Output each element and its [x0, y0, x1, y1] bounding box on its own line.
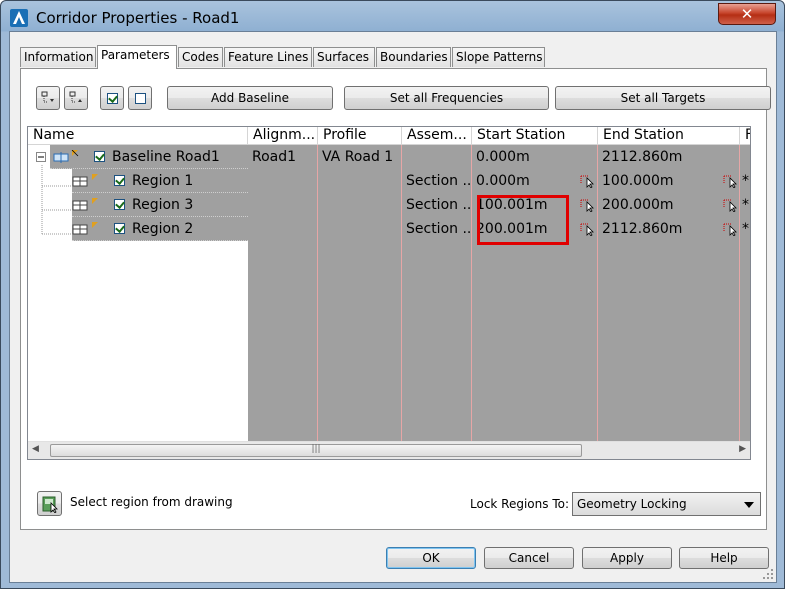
- baseline-profile[interactable]: VA Road 1: [318, 145, 402, 169]
- chevron-down-icon: [744, 502, 754, 508]
- collapse-all-button[interactable]: [64, 86, 88, 110]
- region-end-station[interactable]: 100.000m: [598, 169, 724, 193]
- close-button[interactable]: ✕: [718, 3, 776, 25]
- dialog-window: Corridor Properties - Road1 ✕ Informatio…: [0, 0, 785, 589]
- baseline-checkbox[interactable]: [94, 151, 105, 162]
- table-row[interactable]: Region 3 Section ... 100.001m 200.000m *: [28, 193, 750, 217]
- unchecked-box-icon: [135, 93, 146, 104]
- resize-grip-icon[interactable]: [762, 568, 774, 580]
- region-checkbox[interactable]: [114, 175, 125, 186]
- scrollbar-grip-icon: |||: [311, 444, 321, 454]
- region-assembly[interactable]: Section ...: [402, 217, 472, 241]
- tab-information[interactable]: Information: [20, 47, 96, 67]
- collapse-tree-icon: [69, 91, 82, 103]
- table-row[interactable]: Region 1 Section ... 0.000m 100.000m *: [28, 169, 750, 193]
- window-title: Corridor Properties - Road1: [36, 9, 240, 27]
- pick-station-icon[interactable]: [723, 174, 739, 188]
- baseline-region-grid[interactable]: Name Alignm... Profile Assem... Start St…: [27, 126, 751, 460]
- set-all-targets-button[interactable]: Set all Targets: [555, 86, 771, 110]
- title-bar[interactable]: Corridor Properties - Road1 ✕: [1, 1, 784, 35]
- close-icon: ✕: [740, 5, 754, 23]
- select-region-icon: [42, 496, 58, 513]
- expand-all-button[interactable]: [36, 86, 60, 110]
- baseline-end-station[interactable]: 2112.860m: [598, 145, 740, 169]
- baseline-alignment[interactable]: Road1: [248, 145, 318, 169]
- expand-tree-icon: [41, 91, 54, 103]
- region-assembly[interactable]: Section ...: [402, 193, 472, 217]
- cancel-button[interactable]: Cancel: [484, 547, 574, 569]
- baseline-start-station[interactable]: 0.000m: [472, 145, 598, 169]
- lock-regions-label: Lock Regions To:: [470, 497, 569, 511]
- region-icon: [72, 222, 98, 235]
- header-alignment[interactable]: Alignm...: [248, 127, 318, 145]
- region-end-station[interactable]: 200.000m: [598, 193, 724, 217]
- baseline-extra: [740, 145, 750, 169]
- header-assembly[interactable]: Assem...: [402, 127, 472, 145]
- region-checkbox[interactable]: [114, 223, 125, 234]
- checked-box-icon: [107, 93, 118, 104]
- baseline-assembly: [402, 145, 472, 169]
- region-start-station[interactable]: 0.000m: [472, 169, 582, 193]
- dialog-client-area: Information Parameters Codes Feature Lin…: [9, 31, 777, 583]
- apply-button[interactable]: Apply: [582, 547, 672, 569]
- region-name: Region 1: [132, 173, 194, 189]
- pick-station-icon[interactable]: [580, 174, 596, 188]
- tab-codes[interactable]: Codes: [178, 47, 223, 67]
- header-extra[interactable]: F: [740, 127, 750, 145]
- tab-surfaces[interactable]: Surfaces: [313, 47, 375, 67]
- table-row[interactable]: Baseline Road1 Road1 VA Road 1 0.000m 21…: [28, 145, 750, 169]
- pick-station-icon[interactable]: [723, 198, 739, 212]
- region-checkbox[interactable]: [114, 199, 125, 210]
- region-name: Region 2: [132, 221, 194, 237]
- region-extra: *: [742, 221, 749, 237]
- region-end-station[interactable]: 2112.860m: [598, 217, 724, 241]
- ok-button[interactable]: OK: [386, 547, 476, 569]
- tab-slope-patterns[interactable]: Slope Patterns: [452, 47, 545, 67]
- header-profile[interactable]: Profile: [318, 127, 402, 145]
- region-icon: [72, 174, 98, 187]
- uncheck-all-button[interactable]: [128, 86, 152, 110]
- region-extra: *: [742, 173, 749, 189]
- horizontal-scrollbar[interactable]: ◀ ||| ▶: [28, 441, 750, 459]
- region-name: Region 3: [132, 197, 194, 213]
- tab-parameters[interactable]: Parameters: [97, 45, 177, 69]
- pick-station-icon[interactable]: [580, 198, 596, 212]
- scroll-left-arrow-icon[interactable]: ◀: [32, 444, 39, 454]
- region-assembly[interactable]: Section ...: [402, 169, 472, 193]
- help-button[interactable]: Help: [679, 547, 769, 569]
- scroll-right-arrow-icon[interactable]: ▶: [739, 444, 746, 454]
- select-region-label: Select region from drawing: [70, 495, 233, 509]
- lock-regions-value: Geometry Locking: [577, 497, 687, 511]
- pick-station-icon[interactable]: [580, 222, 596, 236]
- header-end-station[interactable]: End Station: [598, 127, 740, 145]
- select-region-button[interactable]: [37, 491, 62, 516]
- highlight-annotation-box: [477, 195, 569, 245]
- region-icon: [72, 198, 98, 211]
- lock-regions-dropdown[interactable]: Geometry Locking: [572, 492, 761, 516]
- table-row[interactable]: Region 2 Section ... 200.001m 2112.860m …: [28, 217, 750, 241]
- baseline-name: Baseline Road1: [112, 149, 220, 165]
- check-all-button[interactable]: [100, 86, 124, 110]
- baseline-icon: [53, 150, 79, 163]
- header-name[interactable]: Name: [28, 127, 248, 145]
- add-baseline-button[interactable]: Add Baseline: [167, 86, 333, 110]
- collapse-node-icon[interactable]: [36, 152, 46, 162]
- region-extra: *: [742, 197, 749, 213]
- tab-boundaries[interactable]: Boundaries: [376, 47, 451, 67]
- set-all-frequencies-button[interactable]: Set all Frequencies: [344, 86, 549, 110]
- header-start-station[interactable]: Start Station: [472, 127, 598, 145]
- tab-feature-lines[interactable]: Feature Lines: [224, 47, 312, 67]
- pick-station-icon[interactable]: [723, 222, 739, 236]
- civil3d-app-icon: [10, 9, 28, 27]
- scrollbar-thumb[interactable]: |||: [50, 444, 582, 457]
